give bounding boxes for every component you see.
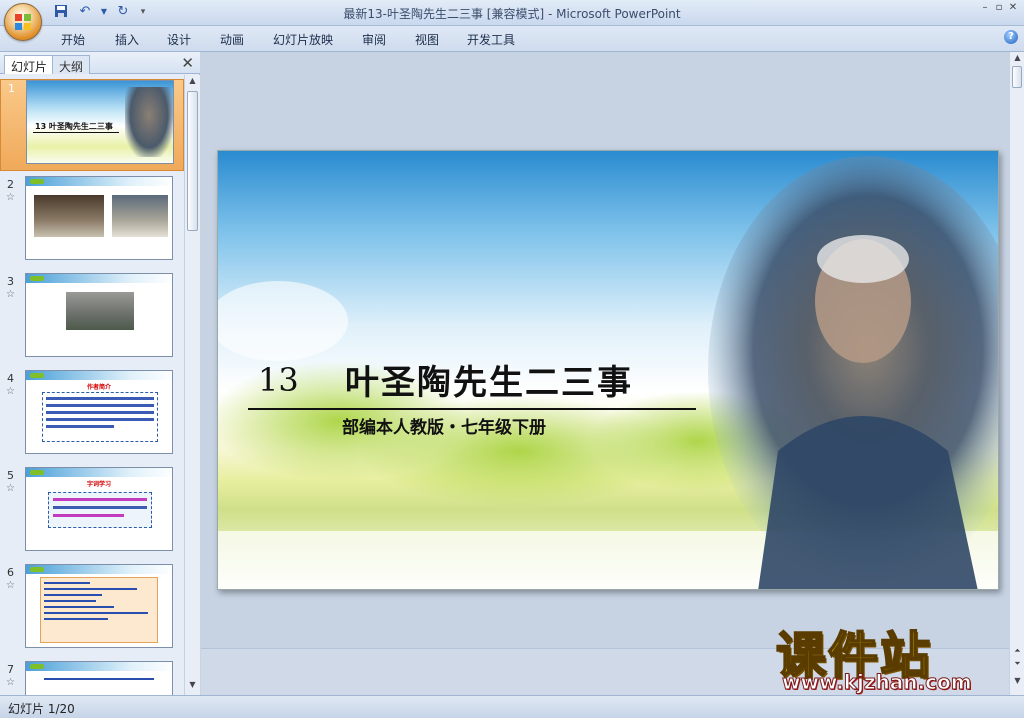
thumbnail-row[interactable]: 2 ☆ <box>0 176 184 268</box>
window-controls: – ▫ ✕ <box>978 1 1020 15</box>
text-box <box>40 577 158 643</box>
text-box <box>48 492 152 528</box>
transition-star-icon: ☆ <box>6 677 15 688</box>
thumbnail-heading: 字词学习 <box>86 481 111 488</box>
next-slide-icon[interactable]: ⏷ <box>1010 659 1024 671</box>
transition-star-icon: ☆ <box>6 483 15 494</box>
thumbnail-divider <box>33 132 119 133</box>
thumbnail-number: 1 <box>8 82 15 95</box>
transition-star-icon: ☆ <box>6 192 15 203</box>
transition-star-icon: ☆ <box>6 386 15 397</box>
site-watermark: 课件站 www.kjzhan.com <box>770 616 1010 696</box>
title-bar: ↶ ▼ ↻ ▾ 最新13-叶圣陶先生二三事 [兼容模式] - Microsoft… <box>0 0 1024 26</box>
previous-slide-icon[interactable]: ⏶ <box>1010 646 1024 658</box>
thumbnail-number: 7 <box>7 663 14 676</box>
tab-developer[interactable]: 开发工具 <box>467 31 515 48</box>
thumbnail-row[interactable]: 1 13 叶圣陶先生二三事 <box>0 79 184 171</box>
current-slide[interactable]: 13 叶圣陶先生二三事 部编本人教版・七年级下册 <box>217 150 999 590</box>
thumbnail-row[interactable]: 4 ☆ 作者简介 <box>0 370 184 462</box>
slide-title[interactable]: 叶圣陶先生二三事 <box>345 355 633 404</box>
scroll-up-icon[interactable]: ▲ <box>185 76 200 90</box>
slide-lesson-number[interactable]: 13 <box>258 361 299 399</box>
thumbnail-number: 4 <box>7 372 14 385</box>
thumbnail-heading: 作者简介 <box>86 384 111 391</box>
tab-design[interactable]: 设计 <box>167 31 191 48</box>
thumbnail-image[interactable] <box>25 273 173 357</box>
tab-review[interactable]: 审阅 <box>362 31 386 48</box>
window-title: 最新13-叶圣陶先生二三事 [兼容模式] - Microsoft PowerPo… <box>343 7 681 21</box>
slide-indicator: 幻灯片 1/20 <box>8 702 75 716</box>
thumbnail-row[interactable]: 3 ☆ <box>0 273 184 365</box>
help-icon[interactable]: ? <box>1004 30 1018 44</box>
thumbnail-image[interactable] <box>25 176 173 260</box>
thumbnail-list: 1 13 叶圣陶先生二三事 2 ☆ 3 ☆ 4 ☆ 作者简介 5 ☆ 字词学习 … <box>0 75 184 695</box>
tab-animations[interactable]: 动画 <box>220 31 244 48</box>
thumbnail-title: 13 叶圣陶先生二三事 <box>35 122 113 131</box>
scroll-down-icon[interactable]: ▼ <box>185 680 200 694</box>
minimize-icon[interactable]: – <box>978 1 992 15</box>
thumbnail-number: 5 <box>7 469 14 482</box>
editor-scrollbar[interactable]: ▲ ⏶ ⏷ ▼ <box>1009 52 1024 695</box>
scroll-thumb[interactable] <box>1012 66 1022 88</box>
thumbnail-number: 6 <box>7 566 14 579</box>
photo-image <box>66 292 134 330</box>
tab-outline[interactable]: 大纲 <box>52 55 91 74</box>
portrait-image <box>125 87 173 157</box>
status-bar: 幻灯片 1/20 <box>0 695 1024 718</box>
transition-star-icon: ☆ <box>6 289 15 300</box>
thumbnail-row[interactable]: 6 ☆ <box>0 564 184 656</box>
title-underline <box>248 408 696 410</box>
scroll-thumb[interactable] <box>187 91 198 231</box>
thumbnail-row[interactable]: 5 ☆ 字词学习 <box>0 467 184 559</box>
scroll-up-icon[interactable]: ▲ <box>1010 53 1024 65</box>
text-box <box>42 392 158 442</box>
thumbnail-image[interactable]: 13 叶圣陶先生二三事 <box>26 80 174 164</box>
thumbnail-row[interactable]: 7 ☆ <box>0 661 184 695</box>
slides-panel: 幻灯片 大纲 ✕ 1 13 叶圣陶先生二三事 2 ☆ 3 ☆ 4 ☆ 作者简介 … <box>0 52 200 695</box>
close-icon[interactable]: ✕ <box>181 54 194 72</box>
photo-image <box>34 195 104 237</box>
restore-icon[interactable]: ▫ <box>992 1 1006 15</box>
office-logo-icon <box>15 14 31 30</box>
ribbon-tabs: 开始 插入 设计 动画 幻灯片放映 审阅 视图 开发工具 ? <box>0 26 1024 52</box>
thumbnail-image[interactable] <box>25 564 173 648</box>
close-icon[interactable]: ✕ <box>1006 1 1020 15</box>
panel-tabs: 幻灯片 大纲 ✕ <box>0 52 200 74</box>
slide-subtitle[interactable]: 部编本人教版・七年级下册 <box>342 413 546 438</box>
thumbnail-number: 2 <box>7 178 14 191</box>
transition-star-icon: ☆ <box>6 580 15 591</box>
office-button[interactable] <box>4 3 42 41</box>
tab-slideshow[interactable]: 幻灯片放映 <box>273 31 333 48</box>
tab-home[interactable]: 开始 <box>61 31 85 48</box>
thumbnail-image[interactable] <box>25 661 173 695</box>
thumbnail-image[interactable]: 作者简介 <box>25 370 173 454</box>
tab-insert[interactable]: 插入 <box>115 31 139 48</box>
tab-view[interactable]: 视图 <box>415 31 439 48</box>
thumbnail-scrollbar[interactable]: ▲ ▼ <box>184 75 200 695</box>
thumbnail-number: 3 <box>7 275 14 288</box>
thumbnail-image[interactable]: 字词学习 <box>25 467 173 551</box>
scroll-down-icon[interactable]: ▼ <box>1010 676 1024 688</box>
tab-slides[interactable]: 幻灯片 <box>4 55 55 74</box>
watermark-url: www.kjzhan.com <box>782 670 973 695</box>
photo-image <box>112 195 168 237</box>
